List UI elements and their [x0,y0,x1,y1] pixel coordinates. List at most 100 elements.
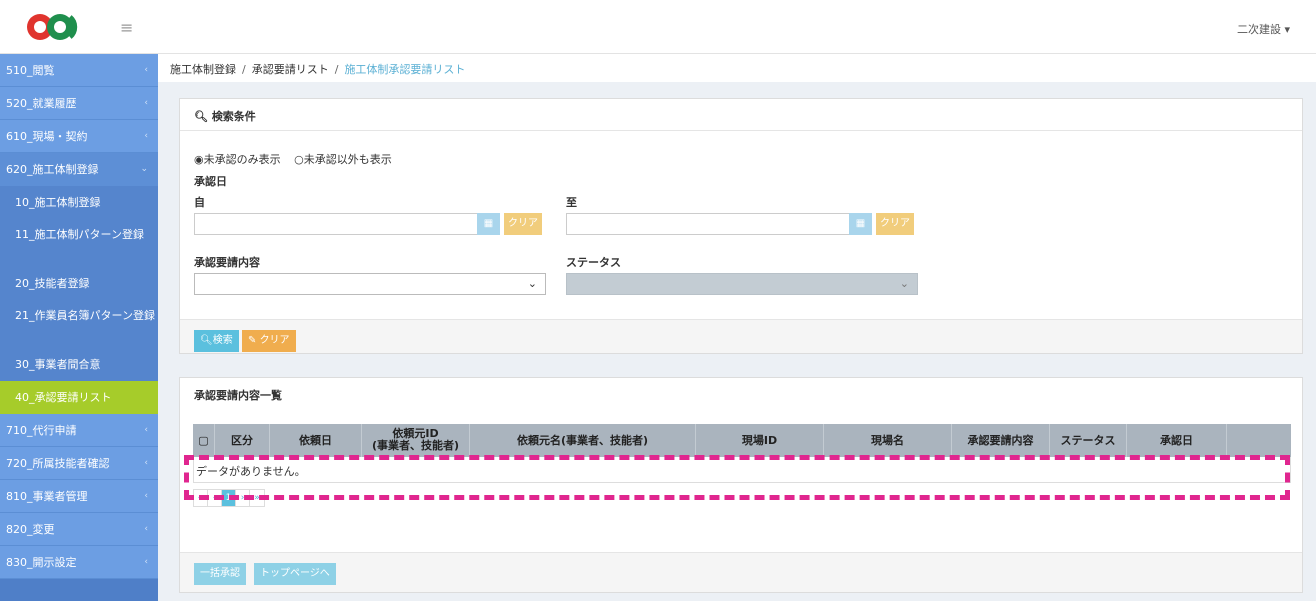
column-kubun[interactable]: 区分 [215,424,270,457]
breadcrumb-current: 施工体制承認要請リスト [344,63,466,76]
from-date-input[interactable] [194,213,478,235]
bulk-approve-button[interactable]: 一括承認 [194,563,246,585]
request-content-select[interactable]: ⌄ [194,273,546,295]
to-date-clear-button[interactable]: クリア [876,213,914,235]
radio-include-others[interactable]: ○未承認以外も表示 [294,153,392,166]
column-status[interactable]: ステータス [1050,424,1127,457]
clear-button[interactable]: ✎ クリア [242,330,296,352]
column-requester-name[interactable]: 依頼元名(事業者、技能者) [470,424,696,457]
sidebar-item-label: 710_代行申請 [6,424,77,437]
chevron-left-icon: ‹ [144,458,148,468]
page-prev-button[interactable]: ‹ [208,490,222,506]
filter-radio-group: ◉未承認のみ表示 ○未承認以外も表示 [194,151,402,167]
sidebar: 510_閲覧 ‹ 520_就業履歴 ‹ 610_現場・契約 ‹ 620_施工体制登録 ⌄… [0,54,158,601]
page-first-button[interactable]: « [194,490,208,506]
sidebar-subitem-approval-list[interactable]: 40_承認要請リスト [0,381,158,414]
sidebar-item-label: 620_施工体制登録 [6,163,99,176]
to-label: 至 [566,196,577,209]
search-panel-header: 🔍︎ 検索条件 [180,99,1302,131]
breadcrumb-separator: / [242,63,246,76]
sidebar-item-label: 610_現場・契約 [6,130,88,143]
chevron-left-icon: ‹ [144,98,148,108]
sidebar-item-label: 810_事業者管理 [6,490,88,503]
user-menu[interactable]: 二次建設 ▾ [1237,21,1290,37]
column-content[interactable]: 承認要請内容 [952,424,1050,457]
chevron-left-icon: ‹ [144,425,148,435]
sidebar-item-disclosure-settings[interactable]: 830_開示設定 ‹ [0,546,158,579]
search-panel-footer: 🔍︎検索 ✎ クリア [180,319,1302,353]
sidebar-item-work-history[interactable]: 520_就業履歴 ‹ [0,87,158,120]
sidebar-item-view[interactable]: 510_閲覧 ‹ [0,54,158,87]
calendar-icon[interactable]: ▦ [477,213,500,235]
column-approval-date[interactable]: 承認日 [1127,424,1227,457]
empty-message: データがありません。 [193,457,1291,483]
breadcrumb-link-approval-list[interactable]: 承認要請リスト [252,63,329,76]
from-date-clear-button[interactable]: クリア [504,213,542,235]
chevron-left-icon: ‹ [144,524,148,534]
pagination: « ‹ 1 › » [193,489,265,507]
cpcs-logo[interactable] [26,9,86,45]
list-panel-footer: 一括承認 トップページへ [180,552,1302,592]
sidebar-subitem-construction-registration[interactable]: 10_施工体制登録 [0,186,158,219]
sidebar-subitem-worker-registration[interactable]: 20_技能者登録 [0,267,158,300]
status-select[interactable]: ⌄ [566,273,918,295]
search-button[interactable]: 🔍︎検索 [194,330,239,352]
chevron-left-icon: ‹ [144,491,148,501]
clear-button-label: クリア [259,335,290,346]
search-button-label: 検索 [212,335,233,346]
page-next-button[interactable]: › [236,490,250,506]
sidebar-item-site-contract[interactable]: 610_現場・契約 ‹ [0,120,158,153]
chevron-left-icon: ‹ [144,131,148,141]
search-icon: 🔍︎ [200,335,213,346]
column-requester-id[interactable]: 依頼元ID (事業者、技能者) [362,424,470,457]
table-header: ▢ 区分 依頼日 依頼元ID (事業者、技能者) 依頼元名(事業者、技能者) 現… [193,424,1291,457]
chevron-down-icon: ⌄ [527,277,537,290]
sidebar-item-business-management[interactable]: 810_事業者管理 ‹ [0,480,158,513]
menu-toggle-icon[interactable]: ≡ [120,18,133,37]
radio-unapproved-only[interactable]: ◉未承認のみ表示 [194,153,281,166]
sidebar-item-label: 720_所属技能者確認 [6,457,110,470]
chevron-left-icon: ‹ [144,557,148,567]
breadcrumb-link-construction[interactable]: 施工体制登録 [170,63,236,76]
list-panel: 承認要請内容一覧 ▢ 区分 依頼日 依頼元ID (事業者、技能者) 依頼元名(事… [179,377,1303,593]
chevron-down-icon: ⌄ [140,164,148,174]
column-actions [1227,424,1291,457]
search-panel-title: 検索条件 [211,110,256,123]
search-icon: 🔍︎ [194,110,208,123]
sidebar-subitem-construction-pattern[interactable]: 11_施工体制パターン登録 [0,219,158,267]
page-last-button[interactable]: » [250,490,264,506]
approval-table: ▢ 区分 依頼日 依頼元ID (事業者、技能者) 依頼元名(事業者、技能者) 現… [193,424,1291,483]
eraser-icon: ✎ [248,335,260,346]
request-content-label: 承認要請内容 [194,256,260,269]
sidebar-item-construction-system[interactable]: 620_施工体制登録 ⌄ [0,153,158,186]
column-requester-id-line2: (事業者、技能者) [371,439,460,452]
page-1-button[interactable]: 1 [222,490,236,506]
column-site-name[interactable]: 現場名 [824,424,952,457]
select-all-checkbox[interactable]: ▢ [193,424,215,457]
column-site-id[interactable]: 現場ID [696,424,824,457]
column-request-date[interactable]: 依頼日 [270,424,362,457]
approval-date-label: 承認日 [194,175,227,188]
sidebar-item-affiliated-workers[interactable]: 720_所属技能者確認 ‹ [0,447,158,480]
to-date-input[interactable] [566,213,850,235]
top-page-button[interactable]: トップページへ [254,563,336,585]
sidebar-item-label: 830_開示設定 [6,556,77,569]
breadcrumb: 施工体制登録 / 承認要請リスト / 施工体制承認要請リスト [158,54,1316,82]
top-bar: ≡ 二次建設 ▾ [0,0,1316,54]
from-label: 自 [194,196,205,209]
chevron-left-icon: ‹ [144,65,148,75]
list-panel-title: 承認要請内容一覧 [194,389,282,402]
chevron-down-icon: ⌄ [899,277,909,290]
sidebar-item-label: 520_就業履歴 [6,97,77,110]
status-label: ステータス [566,256,621,269]
calendar-icon[interactable]: ▦ [849,213,872,235]
sidebar-item-proxy-application[interactable]: 710_代行申請 ‹ [0,414,158,447]
sidebar-item-label: 510_閲覧 [6,64,55,77]
sidebar-subitem-roster-pattern[interactable]: 21_作業員名簿パターン登録 [0,300,158,348]
sidebar-item-change[interactable]: 820_変更 ‹ [0,513,158,546]
search-panel: 🔍︎ 検索条件 ◉未承認のみ表示 ○未承認以外も表示 承認日 自 至 ▦ クリア… [179,98,1303,354]
sidebar-item-label: 820_変更 [6,523,55,536]
sidebar-subitem-business-agreement[interactable]: 30_事業者間合意 [0,348,158,381]
list-panel-header: 承認要請内容一覧 [180,378,1302,410]
breadcrumb-separator: / [334,63,339,76]
